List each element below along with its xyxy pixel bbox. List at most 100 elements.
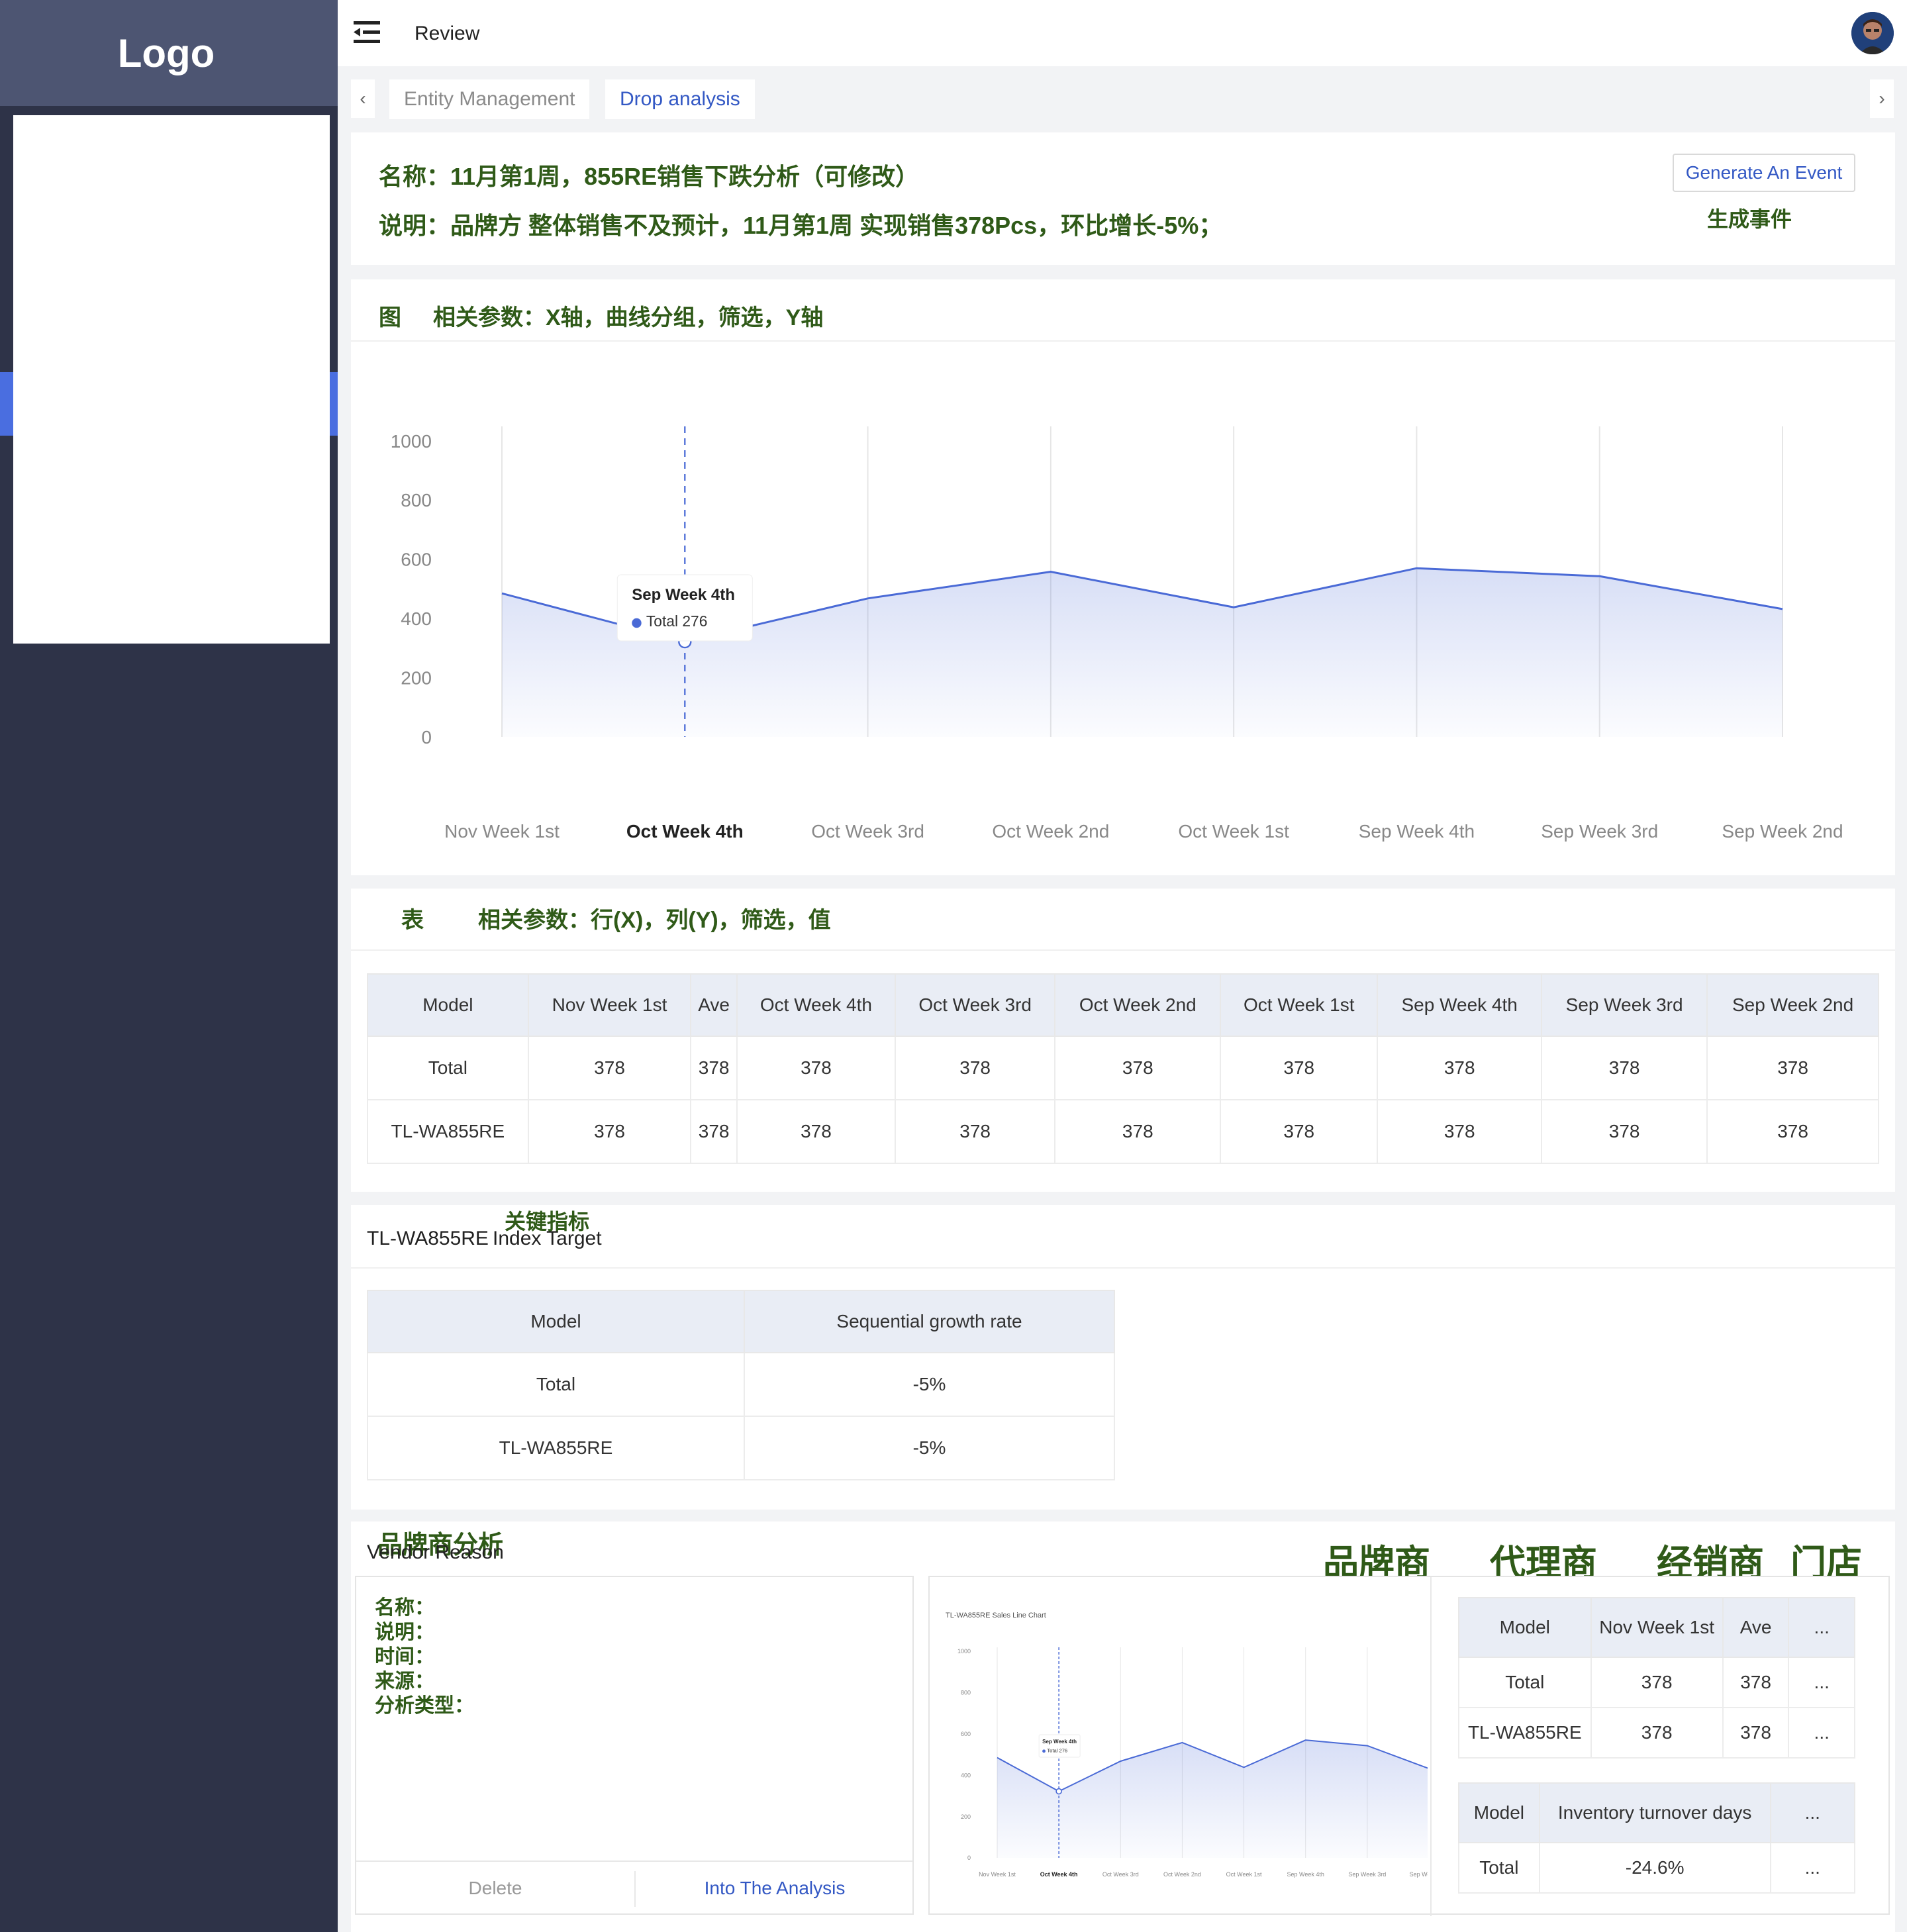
data-table-cell: 378	[1220, 1099, 1379, 1164]
mini-table-cell: ...	[1769, 1842, 1856, 1894]
data-table-header-cell: Ave	[690, 973, 738, 1037]
field-time-label: 时间：	[375, 1646, 434, 1668]
chart-panel: 图 相关参数：X轴，曲线分组，筛选，Y轴 0 200 400 600 800 1000 No…	[351, 279, 1895, 875]
index-table-cell: -5%	[743, 1352, 1116, 1417]
index-table-cell: Total	[367, 1352, 745, 1417]
delete-button[interactable]: Delete	[356, 1862, 634, 1915]
x-tick-label: Oct Week 4th	[626, 821, 744, 842]
y-tick-label: 400	[401, 608, 432, 629]
chart-tooltip: Sep Week 4th Total 276	[1038, 1734, 1081, 1758]
user-avatar[interactable]	[1851, 12, 1894, 54]
x-tick-label: Oct Week 2nd	[1163, 1871, 1201, 1878]
vendor-reason-card: 名称： 说明： 时间： 来源： 分析类型： Delete Into The An…	[355, 1576, 914, 1915]
data-table-cell: 378	[690, 1099, 738, 1164]
mini-table-header-cell: Model	[1458, 1597, 1592, 1658]
x-tick-label: Sep Week 3rd	[1348, 1871, 1386, 1878]
index-table-header-cell: Sequential growth rate	[743, 1290, 1116, 1353]
index-title: Index Target	[493, 1228, 602, 1249]
summary-panel: 名称：11月第1周，855RE销售下跌分析（可修改） 说明：品牌方 整体销售不及…	[351, 132, 1895, 265]
data-table-cell: 378	[1220, 1036, 1379, 1100]
data-table-cell: 378	[690, 1036, 738, 1100]
index-table-cell: TL-WA855RE	[367, 1416, 745, 1480]
menu-collapse-icon[interactable]	[354, 21, 380, 44]
data-table-cell: 378	[736, 1036, 897, 1100]
chart-section-heading: 相关参数：X轴，曲线分组，筛选，Y轴	[433, 305, 824, 330]
tabs-bar: ‹ Entity Management Drop analysis ›	[338, 66, 1907, 132]
y-tick-label: 0	[967, 1855, 971, 1861]
mini-table-header-cell: Model	[1458, 1782, 1540, 1843]
chevron-right-icon: ›	[1879, 88, 1885, 109]
y-tick-label: 600	[401, 550, 432, 570]
divider	[1430, 1577, 1432, 1916]
index-table-cell: -5%	[743, 1416, 1116, 1480]
data-table-header-cell: Model	[367, 973, 529, 1037]
mini-table-row: Total 378 378...	[1458, 1657, 1855, 1708]
logo-text: Logo	[117, 30, 215, 75]
x-tick-label: Oct Week 3rd	[1102, 1871, 1139, 1878]
data-table-cell: 378	[527, 1036, 692, 1100]
mini-table-cell: TL-WA855RE	[1458, 1707, 1592, 1759]
generate-event-button[interactable]: Generate An Event	[1673, 154, 1855, 192]
mini-table-sales: Model Nov Week 1st Ave... Total 378 378... TL…	[1458, 1597, 1855, 1759]
sidebar-active-indicator[interactable]	[0, 372, 13, 436]
logo[interactable]: Logo	[0, 0, 338, 106]
vendor-card-fields: 名称： 说明： 时间： 来源： 分析类型：	[375, 1596, 474, 1718]
x-tick-label: Nov Week 1st	[979, 1871, 1016, 1878]
tooltip-series-label: Total 276	[646, 612, 708, 630]
analysis-name: 名称：11月第1周，855RE销售下跌分析（可修改）	[379, 163, 920, 190]
mini-sales-chart: 0 200 400 600 800 1000 Nov Week 1st Oct Week 4t…	[957, 1647, 1428, 1878]
data-table-cell: 378	[1541, 1099, 1708, 1164]
mini-table-header-cell: ...	[1769, 1782, 1856, 1843]
data-table-header-cell: Oct Week 3rd	[894, 973, 1056, 1037]
divider	[351, 1267, 1895, 1269]
x-tick-label: Oct Week 4th	[1040, 1871, 1078, 1878]
chart-tooltip: Sep Week 4th Total 276	[616, 574, 753, 642]
mini-table-cell: -24.6%	[1538, 1842, 1771, 1894]
x-tick-label: Sep Week 2nd	[1722, 821, 1843, 842]
chevron-left-icon: ‹	[360, 88, 366, 109]
mini-table-row: Total -24.6%...	[1458, 1842, 1856, 1894]
x-tick-label: Oct Week 2nd	[992, 821, 1109, 842]
field-name-label: 名称：	[375, 1597, 434, 1619]
index-table-row: TL-WA855RE -5%	[367, 1416, 1116, 1480]
tabs-scroll-left[interactable]: ‹	[351, 79, 375, 118]
tabs-scroll-right[interactable]: ›	[1870, 79, 1894, 118]
x-tick-label: Oct Week 3rd	[811, 821, 924, 842]
mini-table-header-cell: Ave	[1722, 1597, 1790, 1658]
data-table-header-cell: Sep Week 4th	[1377, 973, 1543, 1037]
analysis-preview-card: TL-WA855RE Sales Line Chart 0 200 400 600 80…	[928, 1576, 1890, 1916]
data-table-cell: TL-WA855RE	[367, 1099, 529, 1164]
tooltip-series-dot	[632, 618, 642, 628]
data-table: Model Nov Week 1st Ave Oct Week 4th Oct Week…	[367, 973, 1879, 1164]
x-tick-label: Sep Week 4th	[1287, 1871, 1324, 1878]
top-header: Review	[338, 0, 1907, 66]
tooltip-title: Sep Week 4th	[1042, 1739, 1077, 1745]
field-source-label: 来源：	[375, 1670, 434, 1692]
mini-table-header-cell: ...	[1788, 1597, 1855, 1658]
x-tick-label: Oct Week 1st	[1226, 1871, 1262, 1878]
y-tick-label: 800	[401, 490, 432, 510]
mini-table-cell: 378	[1590, 1657, 1724, 1708]
data-table-header-cell: Sep Week 3rd	[1541, 973, 1708, 1037]
tab-drop-analysis[interactable]: Drop analysis	[605, 79, 755, 119]
data-table-cell: 378	[1377, 1036, 1543, 1100]
data-table-row: Total 378 378 378 378 378 378 378 378 378	[367, 1036, 1879, 1100]
into-analysis-button[interactable]: Into The Analysis	[636, 1862, 914, 1915]
mini-table-row: TL-WA855RE 378 378...	[1458, 1707, 1855, 1759]
mini-table-inventory: Model Inventory turnover days... Total -24…	[1458, 1782, 1856, 1894]
data-table-header-cell: Oct Week 1st	[1220, 973, 1379, 1037]
sales-line-chart[interactable]: 0 200 400 600 800 1000 Nov Week 1st Oct Week 4t…	[351, 340, 1895, 875]
data-table-cell: 378	[894, 1099, 1056, 1164]
data-table-cell: 378	[1706, 1099, 1879, 1164]
data-table-row: TL-WA855RE 378 378 378 378 378 378 378 378 378	[367, 1099, 1879, 1164]
data-table-header-cell: Oct Week 4th	[736, 973, 897, 1037]
mini-table-cell: 378	[1722, 1657, 1790, 1708]
index-table: Model Sequential growth rate Total -5% TL-W…	[367, 1290, 1116, 1480]
x-tick-label: Nov Week 1st	[444, 821, 560, 842]
tab-entity-management[interactable]: Entity Management	[389, 79, 590, 119]
x-tick-label: Sep Week 2nd	[1410, 1871, 1428, 1878]
mini-table-cell: 378	[1590, 1707, 1724, 1759]
y-tick-label: 1000	[957, 1648, 971, 1655]
x-tick-label: Sep Week 4th	[1359, 821, 1475, 842]
y-tick-label: 400	[961, 1772, 971, 1778]
